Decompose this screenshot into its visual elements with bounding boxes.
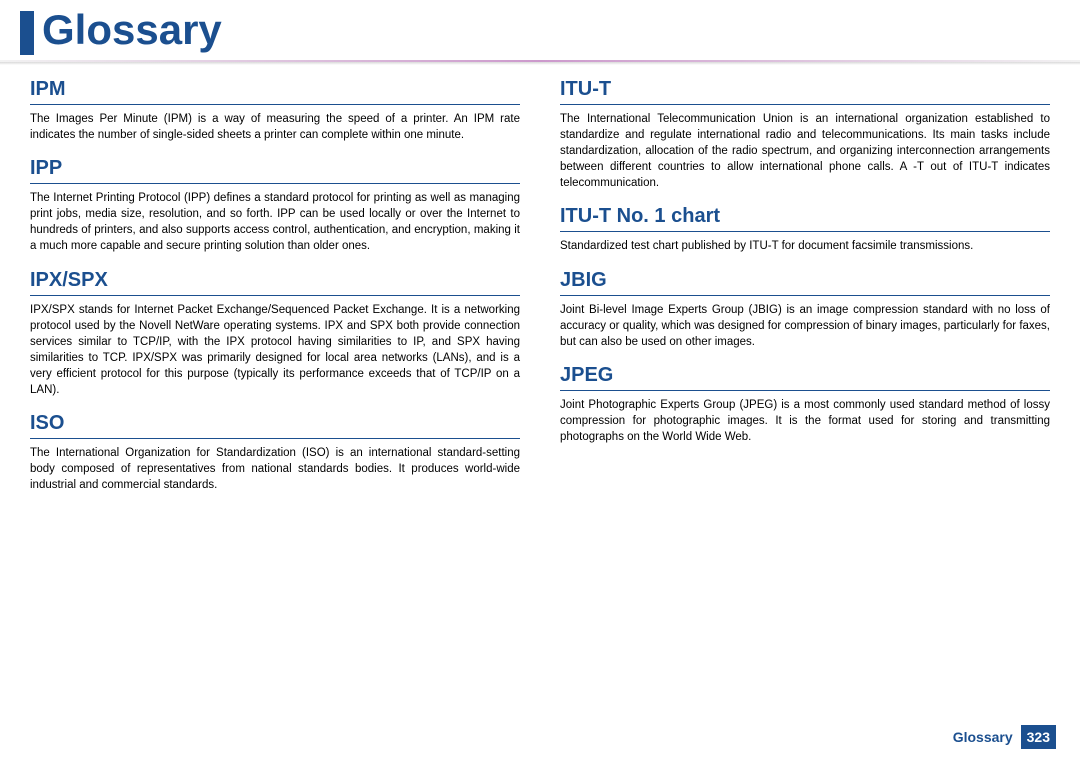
entry-title: ISO (30, 412, 520, 439)
entry-itu-t: ITU-T The International Telecommunicatio… (560, 78, 1050, 191)
entry-title: JPEG (560, 364, 1050, 391)
footer: Glossary 323 (953, 725, 1056, 749)
entry-iso: ISO The International Organization for S… (30, 412, 520, 493)
entry-jpeg: JPEG Joint Photographic Experts Group (J… (560, 364, 1050, 445)
entry-body: Joint Photographic Experts Group (JPEG) … (560, 397, 1050, 445)
entry-title: ITU-T No. 1 chart (560, 205, 1050, 232)
entry-body: IPX/SPX stands for Internet Packet Excha… (30, 302, 520, 399)
entry-ipx-spx: IPX/SPX IPX/SPX stands for Internet Pack… (30, 269, 520, 399)
entry-body: The International Organization for Stand… (30, 445, 520, 493)
title-bar: Glossary (0, 0, 1080, 60)
entry-itu-t-chart: ITU-T No. 1 chart Standardized test char… (560, 205, 1050, 254)
entry-body: The International Telecommunication Unio… (560, 111, 1050, 191)
footer-page-number: 323 (1021, 725, 1056, 749)
content: IPM The Images Per Minute (IPM) is a way… (0, 66, 1080, 507)
entry-ipp: IPP The Internet Printing Protocol (IPP)… (30, 157, 520, 254)
left-column: IPM The Images Per Minute (IPM) is a way… (30, 78, 520, 507)
entry-title: IPP (30, 157, 520, 184)
entry-ipm: IPM The Images Per Minute (IPM) is a way… (30, 78, 520, 143)
entry-title: ITU-T (560, 78, 1050, 105)
title-accent (20, 11, 34, 55)
entry-body: Joint Bi-level Image Experts Group (JBIG… (560, 302, 1050, 350)
page-title: Glossary (42, 9, 222, 51)
entry-title: IPM (30, 78, 520, 105)
entry-body: The Internet Printing Protocol (IPP) def… (30, 190, 520, 254)
entry-body: The Images Per Minute (IPM) is a way of … (30, 111, 520, 143)
page: Glossary IPM The Images Per Minute (IPM)… (0, 0, 1080, 763)
entry-title: IPX/SPX (30, 269, 520, 296)
entry-title: JBIG (560, 269, 1050, 296)
entry-body: Standardized test chart published by ITU… (560, 238, 1050, 254)
entry-jbig: JBIG Joint Bi-level Image Experts Group … (560, 269, 1050, 350)
right-column: ITU-T The International Telecommunicatio… (560, 78, 1050, 507)
header-divider (0, 60, 1080, 66)
footer-label: Glossary (953, 729, 1013, 745)
